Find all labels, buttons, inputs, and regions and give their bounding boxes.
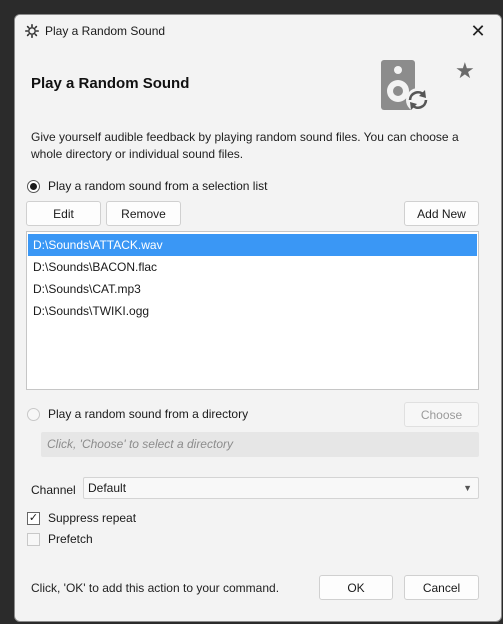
checkbox[interactable]: ✓ [27, 511, 40, 525]
suppress-repeat-checkbox[interactable]: ✓ Suppress repeat [27, 511, 136, 525]
star-icon[interactable]: ★ [455, 58, 475, 84]
close-icon: ✕ [470, 20, 486, 41]
list-item[interactable]: D:\Sounds\BACON.flac [28, 256, 477, 278]
gear-icon [25, 24, 39, 38]
suppress-repeat-label: Suppress repeat [48, 511, 137, 525]
remove-button[interactable]: Remove [106, 201, 181, 226]
window-title: Play a Random Sound [45, 24, 166, 38]
sound-file-list[interactable]: D:\Sounds\ATTACK.wav D:\Sounds\BACON.fla… [26, 231, 479, 390]
checkbox[interactable] [27, 532, 40, 546]
radio-button[interactable] [27, 407, 40, 421]
channel-select[interactable]: Default ▼ [83, 477, 479, 499]
radio-directory[interactable]: Play a random sound from a directory [27, 407, 248, 421]
radio-directory-label: Play a random sound from a directory [48, 407, 249, 421]
prefetch-checkbox[interactable]: Prefetch [27, 532, 93, 546]
radio-selection-list-label: Play a random sound from a selection lis… [48, 179, 268, 193]
list-item[interactable]: D:\Sounds\ATTACK.wav [28, 234, 477, 256]
list-item[interactable]: D:\Sounds\TWIKI.ogg [28, 300, 477, 322]
edit-button[interactable]: Edit [26, 201, 101, 226]
channel-label: Channel [31, 483, 76, 497]
speaker-shuffle-icon [381, 60, 430, 112]
footer-hint: Click, 'OK' to add this action to your c… [31, 581, 280, 595]
chevron-down-icon: ▼ [463, 483, 472, 493]
title-bar: Play a Random Sound ✕ [15, 15, 501, 47]
radio-selection-list[interactable]: Play a random sound from a selection lis… [27, 179, 267, 193]
close-button[interactable]: ✕ [455, 15, 501, 47]
page-title: Play a Random Sound [31, 75, 190, 92]
ok-button[interactable]: OK [319, 575, 393, 600]
channel-value: Default [88, 481, 127, 495]
add-new-button[interactable]: Add New [404, 201, 479, 226]
choose-button[interactable]: Choose [404, 402, 479, 427]
description-text: Give yourself audible feedback by playin… [31, 130, 459, 161]
prefetch-label: Prefetch [48, 532, 93, 546]
dialog-window: Play a Random Sound ✕ Play a Random Soun… [14, 14, 502, 622]
cancel-button[interactable]: Cancel [404, 575, 479, 600]
directory-field[interactable]: Click, 'Choose' to select a directory [41, 432, 479, 457]
list-item[interactable]: D:\Sounds\CAT.mp3 [28, 278, 477, 300]
radio-button[interactable] [27, 179, 40, 193]
